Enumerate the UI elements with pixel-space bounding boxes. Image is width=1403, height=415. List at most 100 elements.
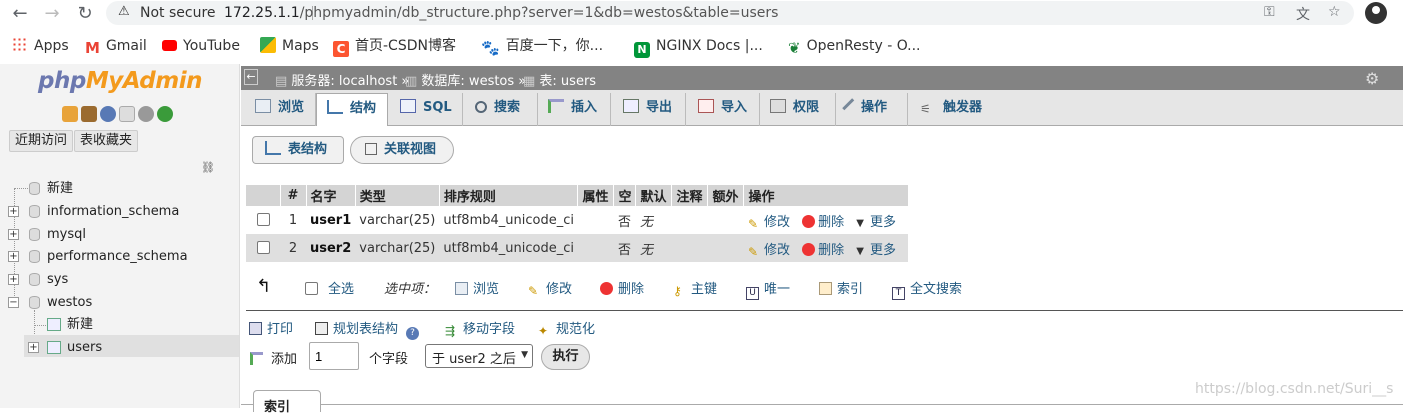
- column-position-select[interactable]: 于 user2 之后: [425, 344, 533, 368]
- tab-privileges[interactable]: 权限: [760, 93, 836, 126]
- bulk-browse[interactable]: 浏览: [455, 278, 499, 297]
- tab-browse[interactable]: 浏览: [241, 93, 316, 126]
- quick-icons: [62, 106, 176, 122]
- bookmark-nginx[interactable]: N NGINX Docs |...: [634, 36, 763, 58]
- address-bar[interactable]: ⚠ Not secure 172.25.1.1/phpmyadmin/db_st…: [106, 1, 1354, 25]
- bulk-index[interactable]: 索引: [819, 278, 863, 297]
- tab-label: 触发器: [943, 100, 983, 115]
- expand-icon[interactable]: +: [8, 229, 19, 240]
- settings-gear-icon[interactable]: ⚙: [1365, 69, 1379, 88]
- phpmyadmin-logo[interactable]: phpMyAdmin: [38, 68, 202, 94]
- go-button[interactable]: 执行: [541, 344, 590, 370]
- header-cell[interactable]: #: [280, 185, 307, 206]
- change-action[interactable]: ✎ 修改: [748, 243, 790, 259]
- tab-search[interactable]: 搜索: [463, 93, 538, 126]
- header-cell[interactable]: 额外: [707, 185, 745, 206]
- more-action[interactable]: ▼ 更多: [856, 243, 896, 258]
- change-action[interactable]: ✎ 修改: [748, 215, 790, 231]
- bookmark-csdn[interactable]: C 首页-CSDN博客: [333, 36, 456, 57]
- tab-import[interactable]: 导入: [686, 93, 760, 126]
- bulk-fulltext[interactable]: T 全文搜索: [892, 278, 962, 300]
- select-all-control[interactable]: 全选: [305, 278, 354, 297]
- expand-icon[interactable]: +: [8, 251, 19, 262]
- header-cell[interactable]: 属性: [577, 185, 615, 206]
- action-label: 更多: [870, 242, 897, 258]
- bookmark-label: OpenResty - O...: [806, 38, 921, 54]
- header-cell[interactable]: 默认: [635, 185, 673, 206]
- key-icon[interactable]: ⚿: [1264, 4, 1275, 20]
- dropdown-arrow-icon: ▼: [856, 245, 864, 257]
- bulk-change[interactable]: ✎ 修改: [528, 278, 572, 298]
- docs-icon[interactable]: [119, 106, 135, 122]
- row-checkbox[interactable]: [256, 240, 270, 254]
- logout-icon[interactable]: [81, 106, 97, 122]
- bookmark-gmail[interactable]: M Gmail: [85, 36, 147, 56]
- drop-action[interactable]: 删除: [802, 242, 844, 258]
- settings-icon[interactable]: [138, 106, 154, 122]
- indexes-section-tab[interactable]: 索引: [253, 390, 321, 415]
- print-link[interactable]: 打印: [249, 318, 293, 337]
- header-cell[interactable]: 排序规则: [439, 185, 579, 206]
- bookmark-youtube[interactable]: YouTube: [162, 36, 240, 56]
- row-checkbox[interactable]: [256, 212, 270, 226]
- tab-export[interactable]: 导出: [611, 93, 686, 126]
- header-cell[interactable]: 注释: [671, 185, 709, 206]
- bookmark-apps[interactable]: Apps: [12, 36, 69, 56]
- tab-operations[interactable]: 操作: [836, 93, 908, 126]
- browser-toolbar: ← → ↻ ⚠ Not secure 172.25.1.1/phpmyadmin…: [0, 0, 1403, 28]
- collapse-panel-icon[interactable]: ←: [244, 69, 258, 85]
- crumb-label: 数据库: westos »: [421, 74, 527, 89]
- refresh-icon[interactable]: [157, 106, 173, 122]
- subtab-relation-view[interactable]: 关联视图: [350, 136, 454, 164]
- tab-label: 表结构: [288, 142, 328, 157]
- tab-structure[interactable]: 结构: [316, 93, 388, 126]
- breadcrumb-table[interactable]: ▦ 表: users: [523, 70, 596, 89]
- delete-icon: [802, 214, 816, 228]
- tab-triggers[interactable]: ⚟ 触发器: [908, 93, 998, 126]
- help-icon[interactable]: ?: [406, 327, 420, 340]
- home-icon[interactable]: [62, 106, 78, 122]
- bookmark-star-icon[interactable]: ☆: [1328, 4, 1341, 20]
- tab-recent[interactable]: 近期访问: [9, 130, 74, 152]
- breadcrumb-database[interactable]: ▥ 数据库: westos »: [405, 70, 526, 89]
- translate-icon[interactable]: 文: [1296, 4, 1310, 24]
- expand-icon[interactable]: +: [28, 342, 39, 353]
- bulk-unique[interactable]: U 唯一: [746, 278, 790, 300]
- bookmark-openresty[interactable]: ❦ OpenResty - O...: [788, 36, 921, 56]
- collapse-icon[interactable]: −: [8, 297, 19, 308]
- divider: [246, 310, 1403, 311]
- normalize-link[interactable]: ✦ 规范化: [538, 318, 595, 338]
- watermark: https://blog.csdn.net/Suri__s: [1195, 381, 1394, 397]
- more-action[interactable]: ▼ 更多: [856, 215, 896, 230]
- new-table-icon: [47, 318, 61, 331]
- propose-structure-link[interactable]: 规划表结构?: [315, 318, 420, 340]
- bulk-drop[interactable]: 删除: [600, 278, 644, 297]
- column-count-input[interactable]: [309, 342, 359, 370]
- row-actions: ✎ 修改 删除 ▼ 更多: [743, 234, 909, 262]
- structure-icon: [327, 100, 343, 114]
- drop-action[interactable]: 删除: [802, 214, 844, 230]
- profile-avatar[interactable]: [1365, 2, 1387, 24]
- reload-icon[interactable]: ↻: [73, 2, 97, 26]
- link-chain-icon[interactable]: ⛓: [201, 161, 215, 174]
- header-cell[interactable]: 空: [613, 185, 637, 206]
- tab-sql[interactable]: SQL: [388, 93, 463, 126]
- select-all-checkbox[interactable]: [305, 282, 318, 295]
- tree-label: mysql: [47, 227, 86, 242]
- header-cell[interactable]: 类型: [355, 185, 440, 206]
- url-host: 172.25.1.1: [224, 5, 300, 21]
- move-columns-link[interactable]: ⇶ 移动字段: [445, 318, 515, 338]
- tab-favorites[interactable]: 表收藏夹: [74, 130, 139, 152]
- bulk-primary[interactable]: ⚷ 主键: [673, 278, 717, 298]
- bookmark-maps[interactable]: Maps: [260, 36, 319, 56]
- forward-arrow-icon[interactable]: →: [40, 2, 64, 26]
- help-icon[interactable]: [100, 106, 116, 122]
- expand-icon[interactable]: +: [8, 206, 19, 217]
- breadcrumb-server[interactable]: ▤ 服务器: localhost »: [275, 70, 409, 89]
- bookmark-baidu[interactable]: 🐾 百度一下，你...: [481, 36, 603, 56]
- tab-insert[interactable]: 插入: [538, 93, 611, 126]
- back-arrow-icon[interactable]: ←: [8, 2, 32, 26]
- subtab-table-structure[interactable]: 表结构: [252, 136, 344, 164]
- header-cell[interactable]: 名字: [306, 185, 356, 206]
- expand-icon[interactable]: +: [8, 274, 19, 285]
